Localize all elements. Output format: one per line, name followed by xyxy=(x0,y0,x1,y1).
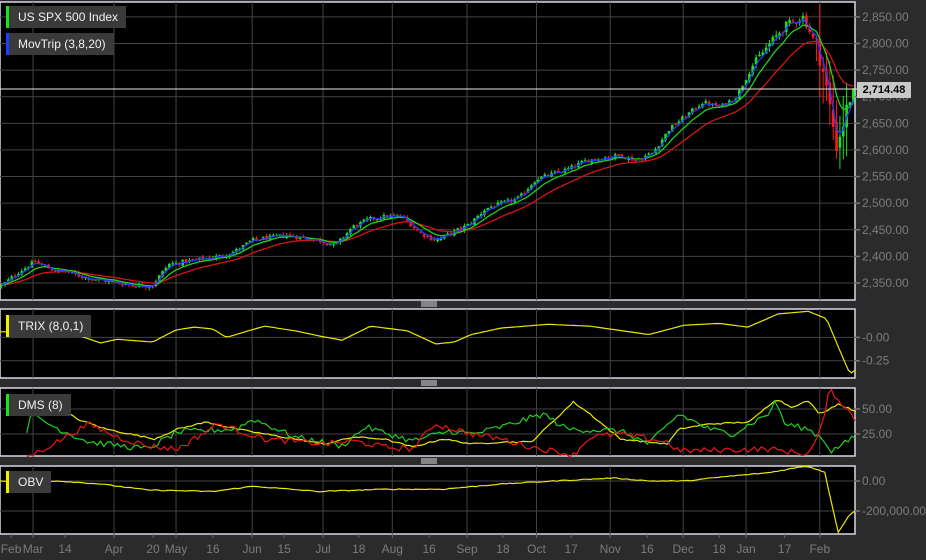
legend-color-bar xyxy=(6,315,9,337)
legend-color-bar xyxy=(6,471,9,493)
candle-body xyxy=(489,206,493,208)
candle-body xyxy=(556,170,560,172)
y-tick-label: 2,750.00 xyxy=(862,63,909,77)
y-tick-label: 2,550.00 xyxy=(862,170,909,184)
x-tick-label: Jun xyxy=(242,542,261,556)
legend-trix-label: TRIX (8,0,1) xyxy=(18,319,84,333)
trix-panel xyxy=(0,308,856,379)
legend-color-bar xyxy=(6,33,9,55)
x-tick-label: 20 xyxy=(146,542,160,556)
x-tick-label: Sep xyxy=(456,542,478,556)
y-tick-label: -200,000.00 xyxy=(862,504,926,518)
legend-dms-label: DMS (8) xyxy=(18,398,63,412)
y-tick-label: 2,800.00 xyxy=(862,37,909,51)
legend-dms[interactable]: DMS (8) xyxy=(6,394,71,416)
x-tick-label: 16 xyxy=(422,542,436,556)
x-tick-label: May xyxy=(165,542,188,556)
panel-resize-grip-icon[interactable] xyxy=(421,301,437,307)
candle-body xyxy=(821,68,825,72)
candle-body xyxy=(774,35,778,37)
candle-body xyxy=(811,33,815,38)
legend-movtrip-label: MovTrip (3,8,20) xyxy=(18,37,106,51)
y-tick-label: 25.00 xyxy=(862,427,892,441)
x-tick-label: Dec xyxy=(672,542,693,556)
y-tick-label: 2,350.00 xyxy=(862,276,909,290)
x-tick-label: Feb xyxy=(809,542,830,556)
x-tick-label: Mar xyxy=(23,542,44,556)
candle-body xyxy=(674,123,677,125)
y-tick-label: 0.00 xyxy=(862,474,886,488)
candle-body xyxy=(838,136,842,148)
panel-resize-grip-icon[interactable] xyxy=(421,380,437,386)
x-tick-label: 17 xyxy=(778,542,792,556)
candle-body xyxy=(446,233,449,235)
legend-spx[interactable]: US SPX 500 Index xyxy=(6,6,127,28)
legend-spx-label: US SPX 500 Index xyxy=(18,10,119,24)
y-tick-label: 2,400.00 xyxy=(862,249,909,263)
legend-trix[interactable]: TRIX (8,0,1) xyxy=(6,315,92,337)
legend-color-bar xyxy=(6,394,9,416)
legend-color-bar xyxy=(6,6,9,28)
last-price-label: 2,714.48 xyxy=(857,82,911,98)
candle-body xyxy=(33,260,37,263)
x-tick-label: Nov xyxy=(600,542,621,556)
y-tick-label: 2,500.00 xyxy=(862,196,909,210)
x-tick-label: 18 xyxy=(713,542,727,556)
y-tick-label: 2,450.00 xyxy=(862,223,909,237)
x-tick-label: Feb xyxy=(1,542,22,556)
x-tick-label: 18 xyxy=(496,542,510,556)
y-tick-label: 2,850.00 xyxy=(862,10,909,24)
y-tick-label: -0.00 xyxy=(862,330,890,344)
x-tick-label: 14 xyxy=(58,542,72,556)
x-tick-label: Jan xyxy=(736,542,755,556)
legend-obv[interactable]: OBV xyxy=(6,471,52,493)
x-tick-label: Aug xyxy=(382,542,403,556)
candle-body xyxy=(543,174,547,177)
candle-body xyxy=(352,225,356,229)
x-tick-label: 17 xyxy=(564,542,578,556)
candle-body xyxy=(788,20,791,24)
y-tick-label: 50.00 xyxy=(862,402,892,416)
candle-body xyxy=(758,54,761,57)
legend-movtrip[interactable]: MovTrip (3,8,20) xyxy=(6,33,114,55)
x-tick-label: 18 xyxy=(352,542,366,556)
x-tick-label: Jul xyxy=(315,542,330,556)
panel-resize-grip-icon[interactable] xyxy=(421,458,437,464)
y-tick-label: 2,600.00 xyxy=(862,143,909,157)
legend-obv-label: OBV xyxy=(18,475,44,489)
x-tick-label: Oct xyxy=(527,542,546,556)
price-panel xyxy=(0,1,856,301)
y-tick-label: 2,650.00 xyxy=(862,116,909,130)
candle-body xyxy=(255,238,258,240)
candle-body xyxy=(694,108,698,110)
x-tick-label: Apr xyxy=(105,542,124,556)
candle-body xyxy=(791,20,795,22)
candle-body xyxy=(171,263,174,265)
x-tick-label: 15 xyxy=(277,542,291,556)
candle-body xyxy=(634,160,637,162)
x-tick-label: 16 xyxy=(206,542,220,556)
chart-canvas: 2,850.002,800.002,750.002,700.002,650.00… xyxy=(0,1,926,556)
y-tick-label: -0.25 xyxy=(862,354,890,368)
x-tick-label: 16 xyxy=(640,542,654,556)
